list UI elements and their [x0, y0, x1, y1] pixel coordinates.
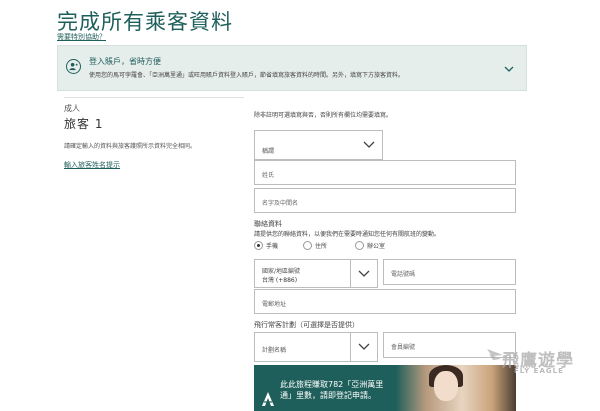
phone-placeholder: 電話號碼	[391, 271, 416, 278]
given-name-input[interactable]: 名字及中間名	[254, 188, 516, 213]
asia-miles-promo-banner[interactable]: 此此旅程賺取782「亞洲萬里通」里數，請即登記申請。	[254, 365, 516, 411]
phone-number-input[interactable]: 電話號碼	[383, 259, 516, 285]
radio-mobile[interactable]: 手機	[254, 241, 278, 250]
contact-label: 聯絡資料	[254, 220, 282, 228]
frequent-flyer-label: 飛行常客計劃（可選擇是否提供）	[254, 321, 359, 329]
country-code-select[interactable]: 國家/地區編號 台灣 (+886)	[254, 259, 378, 288]
passport-note: 請確定輸入的資料與旅客護照所示資料完全相同。	[64, 143, 197, 150]
surname-input[interactable]: 姓氏	[254, 160, 516, 185]
country-code-value: 台灣 (+886)	[262, 277, 298, 284]
country-code-label: 國家/地區編號	[262, 268, 301, 275]
login-panel[interactable]: 登入賬戶，省時方便 使用您的馬可孛羅會、「亞洲萬里通」或旺用賬戶資料登入賬戶，節…	[57, 45, 527, 91]
email-placeholder: 電郵地址	[262, 301, 287, 308]
watermark-sub: FLY EAGLE	[514, 367, 564, 375]
login-title: 登入賬戶，省時方便	[89, 57, 161, 66]
chevron-down-icon[interactable]	[503, 60, 515, 72]
email-input[interactable]: 電郵地址	[254, 289, 516, 314]
user-circle-icon	[66, 59, 81, 74]
radio-office[interactable]: 辦公室	[355, 241, 385, 250]
radio-label: 住所	[315, 243, 328, 250]
login-description: 使用您的馬可孛羅會、「亞洲萬里通」或旺用賬戶資料登入賬戶，節省填寫旅客資料的時間…	[89, 72, 405, 79]
section-divider	[64, 97, 244, 98]
special-assistance-link[interactable]: 需要特別協助？	[57, 32, 106, 42]
photo-face	[434, 371, 458, 401]
title-select[interactable]: 稱謂	[254, 130, 383, 160]
member-number-placeholder: 會員編號	[391, 344, 416, 351]
radio-label: 手機	[266, 243, 279, 250]
radio-label: 辦公室	[367, 243, 386, 250]
program-select[interactable]: 計劃名稱	[254, 332, 378, 362]
radio-home[interactable]: 住所	[303, 241, 327, 250]
title-select-placeholder: 稱謂	[262, 148, 275, 155]
passenger-summary: 成人 旅客 1 請確定輸入的資料與旅客護照所示資料完全相同。 輸入旅客姓名提示	[64, 103, 196, 170]
radio-button[interactable]	[254, 241, 263, 250]
radio-button[interactable]	[355, 241, 364, 250]
name-tips-link[interactable]: 輸入旅客姓名提示	[64, 160, 196, 170]
contact-description: 請提供您的聯絡資料，以便我們在需要時通知您任何有關航班的變動。	[254, 231, 441, 238]
fly-eagle-watermark: 飛鷹遊學 FLY EAGLE	[486, 343, 586, 377]
given-name-placeholder: 名字及中間名	[262, 200, 299, 207]
chevron-down-icon	[350, 260, 377, 287]
program-placeholder: 計劃名稱	[262, 347, 287, 354]
passenger-type: 成人	[64, 104, 80, 113]
passenger-name: 旅客 1	[64, 117, 104, 131]
promo-text: 此此旅程賺取782「亞洲萬里通」里數，請即登記申請。	[280, 380, 384, 400]
surname-placeholder: 姓氏	[262, 172, 275, 179]
asia-miles-logo-icon	[260, 391, 276, 407]
required-fields-note: 除非註明可選填寫與否，否則所有欄位均需要填寫。	[254, 112, 393, 119]
radio-button[interactable]	[303, 241, 312, 250]
chevron-down-icon	[350, 333, 377, 361]
chevron-down-icon	[355, 131, 382, 159]
